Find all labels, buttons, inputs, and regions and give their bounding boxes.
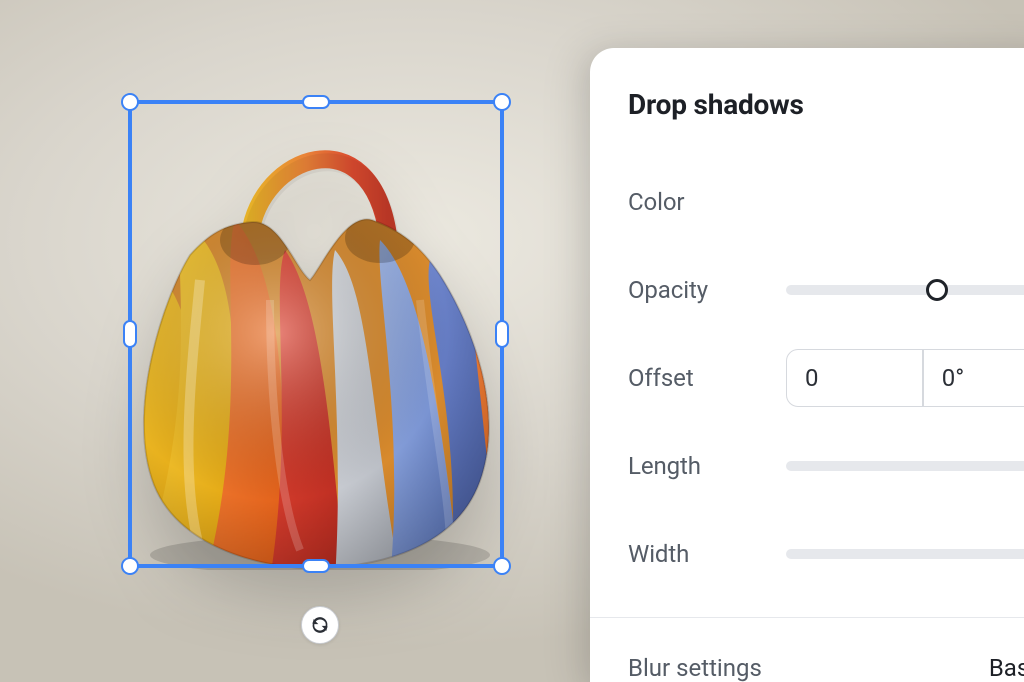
blur-settings-label: Blur settings [628,654,762,682]
resize-handle-left[interactable] [123,320,137,348]
resize-handle-bottom-left[interactable] [121,557,139,575]
resize-handle-top-left[interactable] [121,93,139,111]
offset-angle-input[interactable]: 0° [924,350,1024,406]
slider-thumb[interactable] [926,279,948,301]
slider-track [786,549,1024,559]
width-label: Width [628,540,786,568]
length-label: Length [628,452,786,480]
rotate-button[interactable] [301,606,339,644]
canvas-area[interactable]: Drop shadows Color Opacity Offset 0 0° L… [0,0,1024,682]
resize-handle-top-right[interactable] [493,93,511,111]
panel-title: Drop shadows [628,88,1024,121]
opacity-label: Opacity [628,276,786,304]
offset-label: Offset [628,364,786,392]
resize-handle-bottom-right[interactable] [493,557,511,575]
opacity-slider[interactable] [786,284,1024,296]
drop-shadows-panel: Drop shadows Color Opacity Offset 0 0° L… [590,48,1024,682]
slider-track [786,285,1024,295]
panel-divider [590,617,1024,618]
selected-image[interactable] [120,100,510,570]
resize-handle-bottom[interactable] [302,559,330,573]
length-slider[interactable] [786,460,1024,472]
blur-mode-selector[interactable]: Basics [989,654,1024,682]
rotate-icon [310,615,330,635]
offset-distance-input[interactable]: 0 [787,350,922,406]
slider-track [786,461,1024,471]
color-label: Color [628,188,786,216]
offset-input-group: 0 0° [786,349,1024,407]
resize-handle-top[interactable] [302,95,330,109]
resize-handle-right[interactable] [495,320,509,348]
width-slider[interactable] [786,548,1024,560]
